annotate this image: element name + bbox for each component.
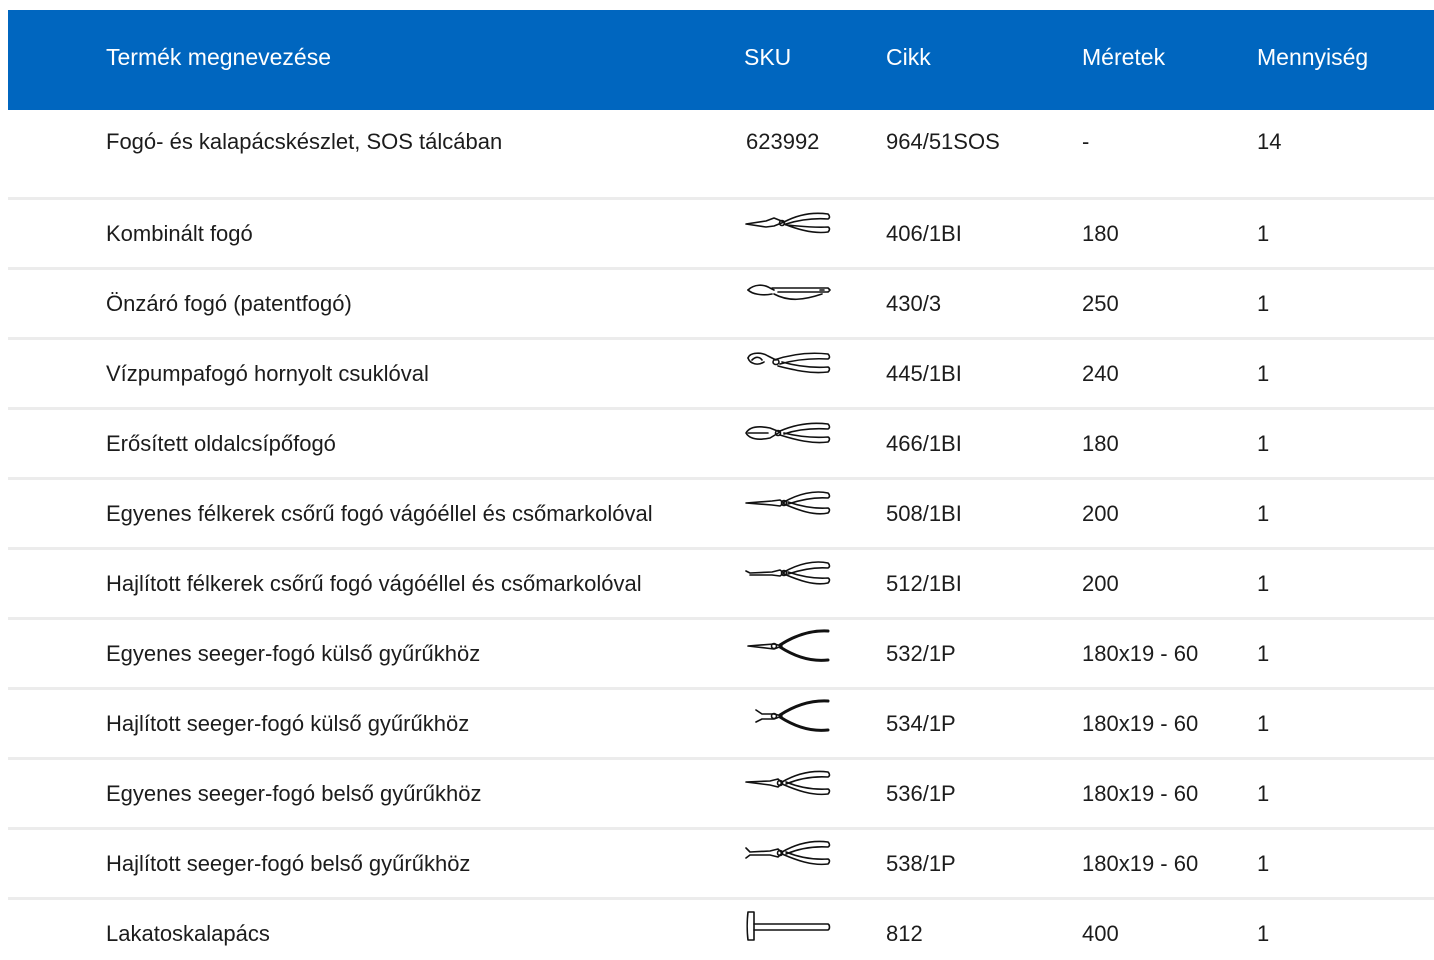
product-cikk: 430/3 [886, 291, 942, 316]
diagonal-cutter-icon [744, 418, 832, 452]
product-size: 180 [1082, 221, 1119, 246]
header-cikk: Cikk [886, 44, 931, 70]
table-row: Hajlított félkerek csőrű fogó vágóéllel … [8, 550, 1434, 620]
product-table: Termék megnevezése SKU Cikk Méretek Menn… [8, 10, 1434, 960]
product-qty: 1 [1257, 361, 1270, 386]
product-name: Egyenes félkerek csőrű fogó vágóéllel és… [106, 501, 653, 526]
header-name: Termék megnevezése [106, 44, 331, 70]
product-qty: 1 [1257, 921, 1270, 946]
product-name: Lakatoskalapács [106, 921, 270, 946]
internal-circlip-pliers-icon [744, 768, 832, 802]
product-qty: 1 [1257, 221, 1270, 246]
product-qty: 1 [1257, 711, 1270, 736]
product-cikk: 536/1P [886, 781, 956, 806]
table-header: Termék megnevezése SKU Cikk Méretek Menn… [8, 10, 1434, 110]
product-cikk: 812 [886, 921, 923, 946]
product-size: 180 [1082, 431, 1119, 456]
product-cikk: 445/1BI [886, 361, 962, 386]
product-cikk: 512/1BI [886, 571, 962, 596]
table-row: Egyenes seeger-fogó külső gyűrűkhöz 532/… [8, 620, 1434, 690]
product-cikk: 534/1P [886, 711, 956, 736]
table-row: Egyenes félkerek csőrű fogó vágóéllel és… [8, 480, 1434, 550]
product-size: 400 [1082, 921, 1119, 946]
table-row: Lakatoskalapács 812 400 1 [8, 900, 1434, 960]
product-cikk: 538/1P [886, 851, 956, 876]
product-name: Hajlított seeger-fogó külső gyűrűkhöz [106, 711, 470, 736]
product-name: Vízpumpafogó hornyolt csuklóval [106, 361, 429, 386]
product-cikk: 964/51SOS [886, 129, 1000, 154]
product-cikk: 466/1BI [886, 431, 962, 456]
table-row: Kombinált fogó 406/1BI 180 1 [8, 200, 1434, 270]
straight-nose-pliers-icon [744, 488, 832, 522]
product-qty: 14 [1257, 129, 1282, 154]
table-row: Fogó- és kalapácskészlet, SOS tálcában 6… [8, 110, 1434, 200]
header-size: Méretek [1082, 44, 1166, 70]
bent-external-circlip-pliers-icon [744, 698, 832, 732]
product-name: Kombinált fogó [106, 221, 253, 246]
product-size: 200 [1082, 501, 1119, 526]
hammer-icon [744, 908, 832, 942]
product-size: 240 [1082, 361, 1119, 386]
product-name: Hajlított seeger-fogó belső gyűrűkhöz [106, 851, 471, 876]
product-sku: 623992 [746, 129, 820, 154]
header-sku: SKU [744, 44, 792, 70]
product-size: 200 [1082, 571, 1119, 596]
bent-nose-pliers-icon [744, 558, 832, 592]
table-row: Hajlított seeger-fogó külső gyűrűkhöz 53… [8, 690, 1434, 760]
table-row: Hajlított seeger-fogó belső gyűrűkhöz 53… [8, 830, 1434, 900]
product-qty: 1 [1257, 431, 1270, 456]
product-cikk: 406/1BI [886, 221, 962, 246]
product-name: Egyenes seeger-fogó belső gyűrűkhöz [106, 781, 482, 806]
product-size: 180x19 - 60 [1082, 641, 1199, 666]
table-row: Egyenes seeger-fogó belső gyűrűkhöz 536/… [8, 760, 1434, 830]
product-name: Erősített oldalcsípőfogó [106, 431, 336, 456]
product-name: Fogó- és kalapácskészlet, SOS tálcában [106, 129, 503, 154]
product-size: 180x19 - 60 [1082, 781, 1199, 806]
product-name: Hajlított félkerek csőrű fogó vágóéllel … [106, 571, 642, 596]
product-size: - [1082, 129, 1090, 154]
table-row: Erősített oldalcsípőfogó 466/1BI 180 1 [8, 410, 1434, 480]
product-qty: 1 [1257, 851, 1270, 876]
combination-pliers-icon [744, 208, 832, 242]
product-qty: 1 [1257, 571, 1270, 596]
product-size: 180x19 - 60 [1082, 711, 1199, 736]
external-circlip-pliers-icon [744, 628, 832, 662]
product-size: 250 [1082, 291, 1119, 316]
product-qty: 1 [1257, 641, 1270, 666]
product-cikk: 508/1BI [886, 501, 962, 526]
product-name: Egyenes seeger-fogó külső gyűrűkhöz [106, 641, 481, 666]
locking-pliers-icon [744, 278, 832, 312]
bent-internal-circlip-pliers-icon [744, 838, 832, 872]
water-pump-pliers-icon [744, 348, 832, 382]
product-qty: 1 [1257, 781, 1270, 806]
product-qty: 1 [1257, 501, 1270, 526]
header-qty: Mennyiség [1257, 44, 1369, 70]
table-row: Önzáró fogó (patentfogó) 430/3 250 1 [8, 270, 1434, 340]
product-qty: 1 [1257, 291, 1270, 316]
table-row: Vízpumpafogó hornyolt csuklóval 445/1BI … [8, 340, 1434, 410]
product-cikk: 532/1P [886, 641, 956, 666]
product-size: 180x19 - 60 [1082, 851, 1199, 876]
product-name: Önzáró fogó (patentfogó) [106, 291, 352, 316]
